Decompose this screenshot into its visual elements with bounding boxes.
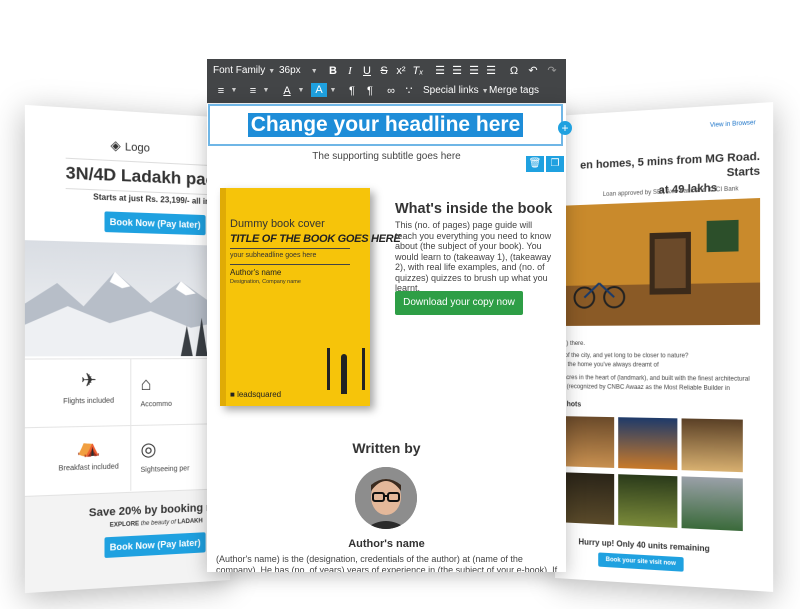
chevron-down-icon: ▼	[481, 88, 489, 95]
font-size-dropdown[interactable]: 36px ▼	[279, 62, 318, 80]
download-button[interactable]: Download your copy now	[395, 291, 523, 315]
italic-icon[interactable]: I	[342, 62, 358, 80]
numbered-list-icon[interactable]: ≡	[213, 82, 229, 100]
snapshots-heading: hots	[566, 401, 582, 409]
promo-section: Save 20% by booking no EXPLORE the beaut…	[24, 487, 230, 594]
chevron-down-icon: ▼	[310, 68, 318, 75]
body-text-2: e) is the home you've always dreamt of	[555, 362, 659, 369]
clear-format-icon[interactable]: Tₓ	[410, 62, 426, 80]
chevron-down-icon: ▼	[268, 68, 276, 75]
link-icon[interactable]: ∞	[383, 82, 399, 100]
bullet-list-icon[interactable]: ≡	[245, 82, 261, 100]
site-visit-button[interactable]: Book your site visit now	[598, 552, 684, 572]
units-remaining-text: Hurry up! Only 40 units remaining	[578, 537, 710, 554]
view-in-browser-link[interactable]: View in Browser	[710, 120, 756, 129]
left-template-preview[interactable]: ◈ Logo 3N/4D Ladakh pack Starts at just R…	[24, 104, 230, 594]
special-links-dropdown[interactable]: Special links ▼	[423, 82, 489, 100]
special-character-icon[interactable]: Ω	[506, 62, 522, 80]
author-bio[interactable]: (Author's name) is the (designation, cre…	[216, 554, 561, 572]
merge-tags-dropdown[interactable]: Merge tags	[489, 82, 539, 100]
bold-icon[interactable]: B	[325, 62, 341, 80]
align-left-icon[interactable]: ☰	[432, 62, 448, 80]
editor-toolbar: Font Family ▼ 36px ▼ B I U S x² Tₓ ☰ ☰ ☰ ☰…	[207, 59, 566, 103]
promo-subtitle: EXPLORE the beauty of LADAKH	[109, 518, 203, 529]
package-title: 3N/4D Ladakh pack	[65, 157, 230, 197]
photo-thumb	[681, 476, 743, 532]
email-editor-canvas[interactable]: Change your headline here The supporting…	[207, 104, 566, 572]
duplicate-icon[interactable]: ❐	[546, 156, 564, 172]
written-by-heading[interactable]: Written by	[207, 440, 566, 456]
chevron-down-icon[interactable]: ▼	[229, 82, 239, 100]
feature-flights: ✈ Flights included	[36, 369, 141, 406]
plane-icon: ✈	[80, 369, 97, 391]
features-grid: ✈ Flights included ⌂ Accommo ⛺ Breakfast…	[24, 357, 230, 495]
chevron-down-icon[interactable]: ▼	[261, 82, 271, 100]
undo-icon[interactable]: ↶	[525, 62, 541, 80]
author-name[interactable]: Author's name	[207, 538, 566, 550]
paragraph-format-icon[interactable]: ¶	[362, 82, 378, 100]
paragraph-icon[interactable]: ¶	[344, 82, 360, 100]
body-text-4: me) (recognized by CNBC Awaaz as the Mos…	[555, 384, 730, 393]
book-cover-image: Dummy book cover TITLE OF THE BOOK GOES …	[220, 188, 401, 406]
inside-heading[interactable]: What's inside the book	[395, 201, 552, 217]
background-color-icon[interactable]: A	[311, 83, 327, 97]
mountain-image	[24, 240, 230, 357]
feature-breakfast: ⛺ Breakfast included	[36, 435, 141, 473]
subtitle-text[interactable]: The supporting subtitle goes here	[207, 151, 566, 162]
font-family-dropdown[interactable]: Font Family ▼	[213, 62, 275, 80]
right-template-preview[interactable]: View in Browser en homes, 5 mins from MG…	[555, 102, 774, 592]
cloche-icon: ⛺	[77, 436, 101, 458]
chevron-down-icon[interactable]: ▼	[328, 82, 338, 100]
superscript-icon[interactable]: x²	[393, 62, 409, 80]
photo-thumb	[618, 474, 678, 528]
person-silhouette-icon	[341, 354, 347, 394]
text-color-icon[interactable]: A	[279, 82, 295, 100]
trash-icon[interactable]: 🗑	[526, 156, 544, 172]
logo: ◈ Logo	[110, 137, 150, 155]
inside-description[interactable]: This (no. of pages) page guide will teac…	[395, 220, 555, 294]
house-photo	[555, 197, 761, 326]
photo-thumb	[618, 417, 678, 471]
align-center-icon[interactable]: ☰	[449, 62, 465, 80]
add-block-icon[interactable]: +	[558, 121, 572, 135]
promo-book-button[interactable]: Book Now (Pay later)	[104, 532, 206, 559]
photo-thumb	[681, 418, 743, 473]
logo-icon: ◈	[110, 137, 121, 154]
headline-text[interactable]: Change your headline here	[247, 113, 524, 137]
underline-icon[interactable]: U	[359, 62, 375, 80]
unlink-icon[interactable]: ∵	[401, 82, 417, 100]
align-right-icon[interactable]: ☰	[466, 62, 482, 80]
chevron-down-icon[interactable]: ▼	[296, 82, 306, 100]
strikethrough-icon[interactable]: S	[376, 62, 392, 80]
book-now-button[interactable]: Book Now (Pay later)	[104, 211, 206, 236]
align-justify-icon[interactable]: ☰	[483, 62, 499, 80]
promo-title: Save 20% by booking no	[88, 501, 220, 520]
headline-block[interactable]: Change your headline here	[208, 104, 563, 146]
redo-icon[interactable]: ↷	[544, 62, 560, 80]
author-avatar	[355, 467, 417, 529]
leadsquared-logo: ■ leadsquared	[230, 390, 282, 399]
